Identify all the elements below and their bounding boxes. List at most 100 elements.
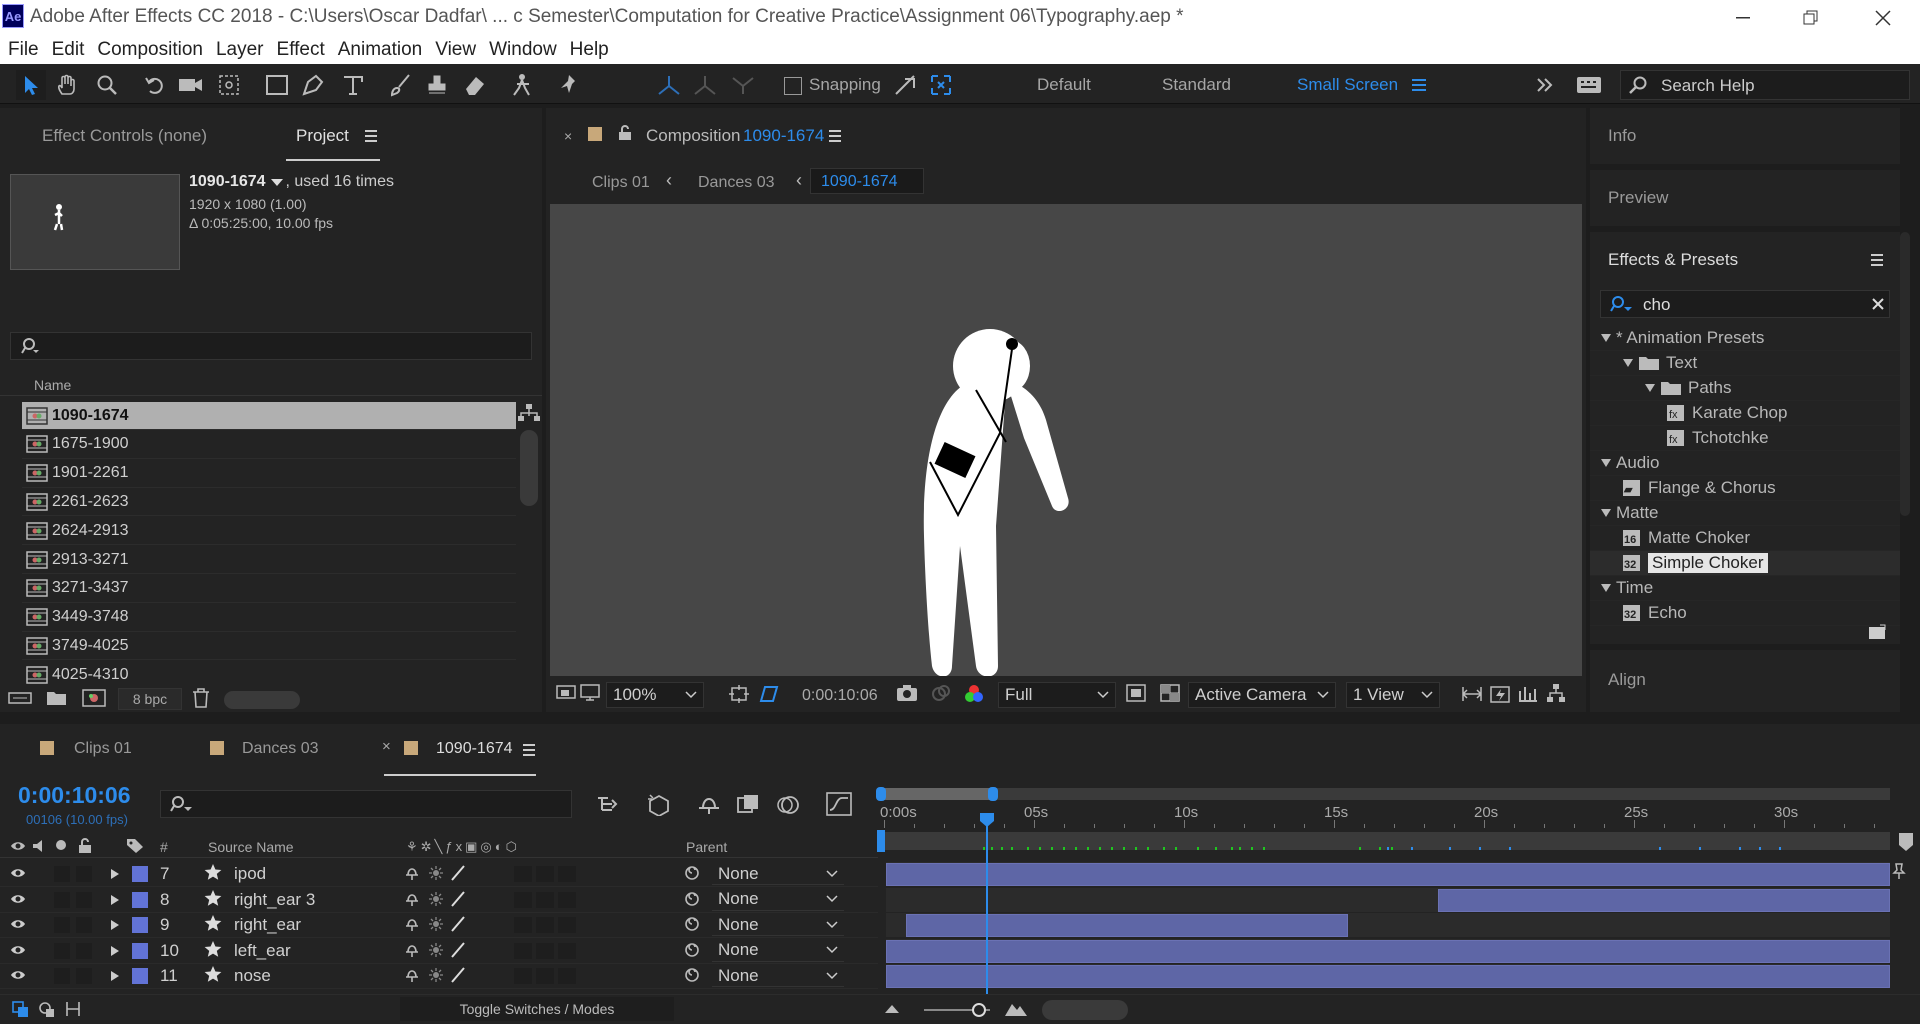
motion-blur-switch[interactable]: [536, 942, 554, 959]
solo-switch[interactable]: [54, 917, 70, 934]
timeline-icon[interactable]: [1518, 683, 1538, 703]
work-area-start-handle[interactable]: [876, 787, 886, 801]
transparency-grid-icon[interactable]: [1160, 684, 1180, 702]
parent-dropdown[interactable]: None: [712, 863, 844, 885]
adjustment-switch[interactable]: [558, 968, 576, 985]
menu-effect[interactable]: Effect: [277, 39, 325, 61]
keyboard-icon[interactable]: [1574, 70, 1604, 100]
rectangle-tool-icon[interactable]: [262, 70, 292, 100]
comp-viewer[interactable]: [550, 204, 1582, 676]
quality-switch-icon[interactable]: [450, 890, 466, 907]
lock-switch[interactable]: [76, 891, 92, 908]
info-panel-header[interactable]: Info: [1590, 108, 1900, 164]
fit-icon[interactable]: [728, 684, 750, 704]
channel-rgb-icon[interactable]: [964, 684, 984, 704]
pick-whip-icon[interactable]: [684, 865, 700, 881]
effects-tree-item[interactable]: ▰ Flange & Chorus: [1590, 476, 1900, 501]
tab-dances03[interactable]: Dances 03: [242, 740, 319, 758]
quality-switch-icon[interactable]: [450, 967, 466, 984]
solo-switch[interactable]: [54, 942, 70, 959]
layer-row[interactable]: 9 right_ear None: [0, 913, 878, 939]
menu-layer[interactable]: Layer: [216, 39, 264, 61]
collapse-switch-icon[interactable]: [428, 865, 444, 881]
layer-track[interactable]: [886, 887, 1890, 913]
label-color-swatch[interactable]: [132, 942, 148, 959]
eye-icon[interactable]: [10, 917, 26, 931]
effects-tree-item[interactable]: Matte: [1590, 501, 1900, 526]
bpc-button[interactable]: 8 bpc: [118, 688, 182, 710]
hand-tool-icon[interactable]: [52, 70, 82, 100]
minimize-button[interactable]: [1720, 0, 1766, 36]
adjustment-switch[interactable]: [558, 942, 576, 959]
world-axis-icon[interactable]: [690, 70, 720, 100]
fx-switch[interactable]: [514, 866, 532, 882]
views-dropdown[interactable]: 1 View: [1346, 682, 1440, 708]
project-item-row[interactable]: 1675-1900: [22, 431, 516, 459]
grid-snap-icon[interactable]: [926, 70, 956, 100]
selection-tool-icon[interactable]: [16, 70, 46, 100]
draft-3d-icon[interactable]: [646, 792, 672, 816]
current-timecode[interactable]: 0:00:10:06: [18, 782, 131, 809]
layer-name[interactable]: nose: [234, 966, 271, 986]
tab-effect-controls[interactable]: Effect Controls (none): [42, 126, 207, 146]
project-item-row[interactable]: 2261-2623: [22, 488, 516, 517]
twirl-arrow-icon[interactable]: [110, 945, 120, 957]
zoom-tool-icon[interactable]: [92, 70, 122, 100]
show-snapshot-icon[interactable]: [930, 684, 952, 702]
tab-1090-1674[interactable]: 1090-1674: [436, 740, 513, 758]
shy-switch-icon[interactable]: [404, 891, 420, 907]
interpret-footage-icon[interactable]: [8, 690, 32, 706]
label-color-swatch[interactable]: [132, 866, 148, 882]
layer-name[interactable]: right_ear: [234, 915, 301, 935]
motion-blur-switch[interactable]: [536, 917, 554, 934]
shy-switch-icon[interactable]: [404, 942, 420, 958]
lock-header-icon[interactable]: [78, 838, 92, 854]
parent-dropdown[interactable]: None: [712, 965, 844, 988]
layer-search-input[interactable]: [160, 790, 572, 818]
flowchart-comp-icon[interactable]: [1546, 683, 1566, 703]
shy-layers-icon[interactable]: [696, 794, 722, 816]
timeline-menu-icon[interactable]: [522, 744, 536, 756]
comp-time[interactable]: 0:00:10:06: [802, 687, 878, 705]
collapse-switch-icon[interactable]: [428, 916, 444, 932]
clear-search-icon[interactable]: [1871, 297, 1885, 311]
time-zoom-slider-thumb[interactable]: [972, 1003, 986, 1017]
layer-switches-icon[interactable]: [12, 1001, 30, 1019]
timeline-h-scrollbar[interactable]: [1042, 1000, 1128, 1020]
effects-scrollbar[interactable]: [1900, 232, 1910, 516]
video-eye-header-icon[interactable]: [10, 839, 26, 853]
always-preview-icon[interactable]: [556, 684, 576, 702]
shy-switch-icon[interactable]: [404, 967, 420, 983]
eye-icon[interactable]: [10, 943, 26, 957]
trash-icon[interactable]: [192, 688, 210, 708]
menu-animation[interactable]: Animation: [338, 39, 423, 61]
tab-clips01[interactable]: Clips 01: [74, 740, 132, 758]
breadcrumb-clips01[interactable]: Clips 01: [592, 174, 650, 192]
layer-row[interactable]: 8 right_ear 3 None: [0, 888, 878, 913]
toggle-pixel-aspect-icon[interactable]: [1462, 685, 1482, 703]
fx-switch[interactable]: [514, 968, 532, 985]
effects-tree-item[interactable]: 32 Echo: [1590, 601, 1900, 626]
eye-icon[interactable]: [10, 968, 26, 982]
menu-file[interactable]: File: [8, 39, 39, 61]
toggle-switches-modes-button[interactable]: Toggle Switches / Modes: [400, 997, 674, 1021]
effects-search-input[interactable]: cho: [1600, 290, 1890, 318]
effects-tree-item[interactable]: Time: [1590, 576, 1900, 601]
layer-row[interactable]: 11 nose None: [0, 964, 878, 990]
quality-switch-icon[interactable]: [450, 942, 466, 958]
eraser-tool-icon[interactable]: [460, 70, 490, 100]
layer-scrollbar[interactable]: [1890, 862, 1906, 982]
tab-project[interactable]: Project: [296, 126, 349, 146]
layer-track[interactable]: [886, 862, 1890, 887]
shy-switch-icon[interactable]: [404, 916, 420, 932]
comp-mini-flowchart-icon[interactable]: [596, 794, 622, 816]
collapse-switch-icon[interactable]: [428, 942, 444, 958]
resolution-dropdown[interactable]: Full: [998, 682, 1116, 708]
project-item-row[interactable]: 2913-3271: [22, 546, 516, 574]
motion-blur-switch[interactable]: [536, 891, 554, 908]
view-axis-icon[interactable]: [728, 70, 758, 100]
project-item-row[interactable]: 3271-3437: [22, 575, 516, 603]
flowchart-icon[interactable]: [518, 404, 540, 422]
zoom-in-time-icon[interactable]: [1004, 1001, 1028, 1017]
solo-switch[interactable]: [54, 891, 70, 908]
